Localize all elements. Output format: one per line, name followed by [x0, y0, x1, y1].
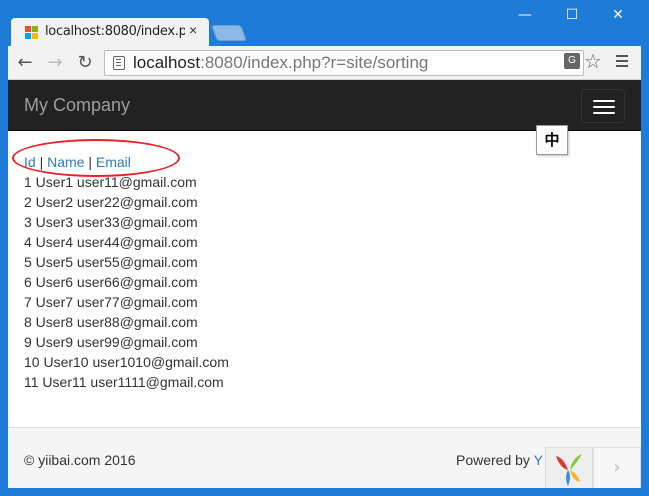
list-item: 7 User7 user77@gmail.com [24, 294, 198, 310]
powered-by-text: Powered by Y [456, 452, 543, 468]
hamburger-bar [593, 106, 615, 108]
url-host: localhost [133, 53, 201, 72]
yii-link[interactable]: Y [534, 452, 543, 468]
back-button[interactable]: ← [14, 52, 36, 74]
site-navbar: My Company [8, 80, 641, 131]
sort-by-email-link[interactable]: Email [96, 154, 131, 170]
list-item: 6 User6 user66@gmail.com [24, 274, 198, 290]
sort-links: Id | Name | Email [24, 152, 229, 172]
translate-icon[interactable]: G [564, 53, 580, 69]
minimize-button[interactable]: — [511, 4, 539, 26]
list-item: 5 User5 user55@gmail.com [24, 254, 198, 270]
separator: | [39, 154, 44, 170]
ime-indicator: 中 [536, 125, 568, 155]
browser-tab[interactable]: localhost:8080/index.php × [11, 18, 209, 46]
url-text[interactable]: localhost:8080/index.php?r=site/sorting [133, 53, 428, 73]
copyright-text: © yiibai.com 2016 [24, 452, 136, 468]
list-item: 1 User1 user11@gmail.com [24, 174, 197, 190]
forward-button[interactable]: → [44, 52, 66, 74]
bookmark-star-icon[interactable]: ☆ [584, 49, 602, 74]
separator: | [88, 154, 92, 170]
tab-title: localhost:8080/index.php [45, 24, 185, 39]
tab-close-icon[interactable]: × [189, 22, 197, 38]
list-item: 10 User10 user1010@gmail.com [24, 354, 229, 370]
browser-window: localhost:8080/index.php × — ☐ ✕ ← → ↻ l… [0, 0, 649, 496]
hamburger-bar [593, 100, 615, 102]
navbar-toggle-button[interactable] [581, 89, 625, 123]
list-item: 4 User4 user44@gmail.com [24, 234, 198, 250]
browser-toolbar: ← → ↻ localhost:8080/index.php?r=site/so… [8, 46, 641, 80]
close-window-button[interactable]: ✕ [604, 4, 632, 26]
url-path: :8080/index.php?r=site/sorting [200, 53, 429, 72]
list-item: 2 User2 user22@gmail.com [24, 194, 198, 210]
list-item: 11 User11 user1111@gmail.com [24, 374, 224, 390]
sort-by-name-link[interactable]: Name [47, 154, 84, 170]
next-arrow-icon[interactable]: › [593, 447, 641, 488]
browser-menu-icon[interactable] [616, 55, 628, 57]
yii-logo-icon[interactable] [545, 447, 593, 488]
list-item: 8 User8 user88@gmail.com [24, 314, 198, 330]
powered-by-label: Powered by [456, 452, 530, 468]
address-bar[interactable]: localhost:8080/index.php?r=site/sorting [104, 50, 584, 76]
brand-link[interactable]: My Company [24, 95, 130, 116]
list-item: 3 User3 user33@gmail.com [24, 214, 198, 230]
sort-by-id-link[interactable]: Id [24, 154, 36, 170]
reload-button[interactable]: ↻ [74, 52, 96, 74]
hamburger-bar [593, 112, 615, 114]
favicon-icon [25, 26, 39, 40]
yii-logo-svg [556, 454, 582, 486]
page-info-icon[interactable] [113, 56, 125, 70]
maximize-button[interactable]: ☐ [558, 4, 586, 26]
site-footer: © yiibai.com 2016 Powered by Y › [8, 427, 641, 488]
page-viewport: My Company 中 Id | Name | Email 1 User1 u… [8, 80, 641, 488]
list-item: 9 User9 user99@gmail.com [24, 334, 198, 350]
new-tab-button[interactable] [211, 25, 247, 41]
user-list: Id | Name | Email 1 User1 user11@gmail.c… [24, 152, 229, 392]
title-bar: localhost:8080/index.php × — ☐ ✕ [0, 0, 649, 46]
